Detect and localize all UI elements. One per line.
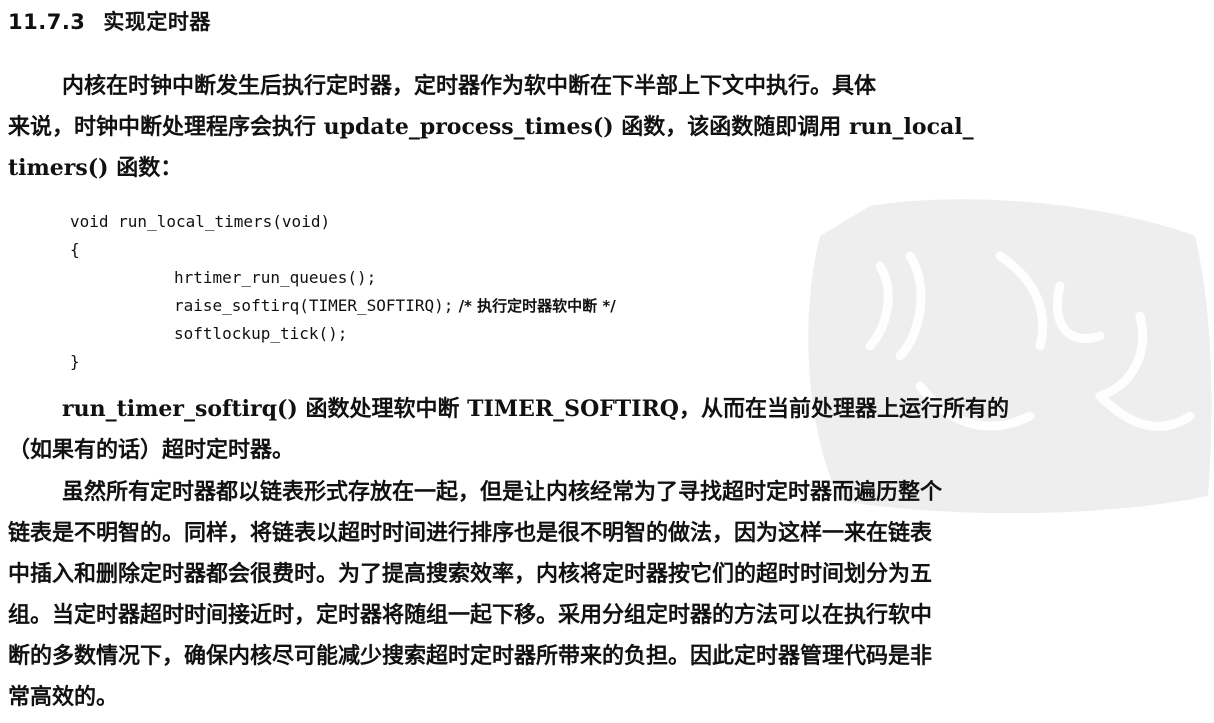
code-statement: raise_softirq(TIMER_SOFTIRQ); <box>174 296 454 315</box>
paragraph3-line: 中插入和删除定时器都会很费时。为了提高搜索效率，内核将定时器按它们的超时时间划分… <box>8 561 933 587</box>
paragraph3-line: 断的多数情况下，确保内核尽可能减少搜索超时定时器所带来的负担。因此定时器管理代码… <box>8 643 933 669</box>
code-comment: /* 执行定时器软中断 */ <box>453 297 616 315</box>
code-line: } <box>70 352 80 371</box>
section-number: 11.7.3 <box>8 10 86 34</box>
paragraph2-line: （如果有的话）超时定时器。 <box>8 437 295 463</box>
paragraph3-line: 链表是不明智的。同样，将链表以超时时间进行排序也是很不明智的做法，因为这样一来在… <box>8 520 933 546</box>
paragraph3-line: 虽然所有定时器都以链表形式存放在一起，但是让内核经常为了寻找超时定时器而遍历整个 <box>62 479 943 505</box>
code-line: hrtimer_run_queues(); <box>174 268 377 287</box>
section-heading: 11.7.3 实现定时器 <box>8 6 211 36</box>
code-line: { <box>70 240 80 259</box>
paragraph1-line: 内核在时钟中断发生后执行定时器，定时器作为软中断在下半部上下文中执行。具体 <box>62 73 877 99</box>
paragraph3-line: 组。当定时器超时时间接近时，定时器将随组一起下移。采用分组定时器的方法可以在执行… <box>8 602 933 628</box>
paragraph3-line: 常高效的。 <box>8 684 119 710</box>
section-title: 实现定时器 <box>103 10 211 34</box>
paragraph1-line: timers() 函数： <box>8 155 183 181</box>
paragraph2-line: run_timer_softirq() 函数处理软中断 TIMER_SOFTIR… <box>62 396 1009 422</box>
code-line: softlockup_tick(); <box>174 324 348 343</box>
code-line: raise_softirq(TIMER_SOFTIRQ); /* 执行定时器软中… <box>70 292 616 320</box>
code-line: void run_local_timers(void) <box>70 212 331 231</box>
paragraph1-line: 来说，时钟中断处理程序会执行 update_process_times() 函数… <box>8 114 974 140</box>
code-block: void run_local_timers(void) { hrtimer_ru… <box>70 208 616 376</box>
seal-watermark <box>808 199 1212 514</box>
